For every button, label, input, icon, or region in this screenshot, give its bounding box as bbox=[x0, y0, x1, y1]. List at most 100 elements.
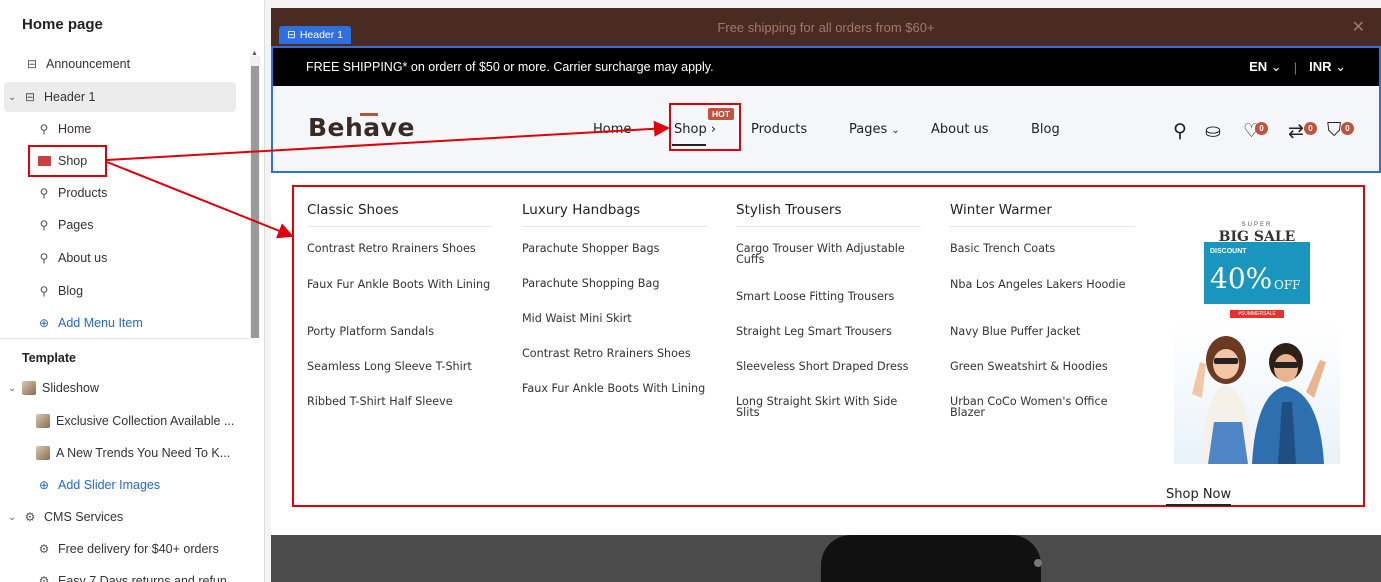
shop-now-link[interactable]: Shop Now bbox=[1166, 487, 1232, 506]
nav-about[interactable]: About us bbox=[931, 122, 989, 137]
store-preview: Free shipping for all orders from $60+ ✕… bbox=[271, 8, 1381, 582]
mega-menu: Classic Shoes Contrast Retro Rrainers Sh… bbox=[292, 185, 1365, 507]
mega-link[interactable]: Contrast Retro Rrainers Shoes bbox=[522, 348, 707, 359]
slide-thumbnail bbox=[36, 414, 50, 428]
promo-photo bbox=[1174, 322, 1340, 464]
promo-super-text: SUPER bbox=[1241, 222, 1273, 228]
search-icon[interactable]: ⚲ bbox=[1173, 120, 1187, 143]
service-item-label: Easy 7 Days returns and refun... bbox=[58, 574, 238, 582]
sidebar-item-label: Home bbox=[58, 122, 92, 136]
wishlist-count-badge: 0 bbox=[1255, 122, 1268, 135]
logo-accent bbox=[360, 113, 378, 116]
cart-icon[interactable]: ⛉ bbox=[1327, 120, 1341, 142]
nav-products[interactable]: Products bbox=[751, 122, 807, 137]
promo-banner[interactable]: SUPER BIG SALE DISCOUNT 40% OFF #SUMMERS… bbox=[1164, 210, 1350, 464]
link-icon: ⚲ bbox=[39, 284, 49, 298]
mega-link[interactable]: Parachute Shopping Bag bbox=[522, 278, 707, 289]
mega-link[interactable]: Long Straight Skirt With Side Slits bbox=[736, 396, 921, 418]
sidebar-item-about[interactable]: ⚲ About us bbox=[0, 243, 250, 273]
announcement-bar: Free shipping for all orders from $60+ ✕ bbox=[271, 8, 1381, 46]
close-icon[interactable]: ✕ bbox=[1352, 17, 1365, 37]
add-menu-item-label: Add Menu Item bbox=[58, 316, 143, 330]
nav-home[interactable]: Home bbox=[593, 122, 631, 137]
mega-link[interactable]: Faux Fur Ankle Boots With Lining bbox=[522, 383, 707, 394]
layout-icon: ⊟ bbox=[287, 29, 296, 41]
mega-column-heading[interactable]: Stylish Trousers bbox=[736, 202, 921, 227]
slideshow-thumbnail bbox=[22, 381, 36, 395]
promo-discount-box: DISCOUNT 40% OFF bbox=[1204, 242, 1310, 304]
account-icon[interactable]: ⛀ bbox=[1205, 120, 1221, 143]
scrollbar-thumb[interactable] bbox=[251, 66, 259, 338]
chevron-down-icon[interactable]: ⌄ bbox=[8, 92, 18, 103]
layout-icon: ⊟ bbox=[24, 90, 36, 104]
promo-off: OFF bbox=[1274, 278, 1301, 292]
mega-link[interactable]: Parachute Shopper Bags bbox=[522, 243, 707, 254]
sidebar-item-label: Header 1 bbox=[44, 90, 96, 104]
sidebar: Home page ⊟ Announcement ⌄ ⊟ Header 1 ⚲ … bbox=[0, 0, 265, 582]
editor-window: Home page ⊟ Announcement ⌄ ⊟ Header 1 ⚲ … bbox=[0, 0, 1381, 582]
mega-link[interactable]: Seamless Long Sleeve T-Shirt bbox=[307, 361, 492, 372]
layout-icon: ⊟ bbox=[26, 57, 38, 71]
sidebar-item-label: Pages bbox=[58, 218, 94, 232]
sidebar-item-pages[interactable]: ⚲ Pages bbox=[0, 210, 250, 240]
template-item-label: Slideshow bbox=[42, 381, 99, 395]
sidebar-item-label: About us bbox=[58, 251, 108, 265]
hero-image bbox=[821, 535, 1041, 582]
gear-icon: ⚙ bbox=[38, 574, 50, 582]
mega-link[interactable]: Contrast Retro Rrainers Shoes bbox=[307, 243, 492, 254]
logo[interactable]: Behave bbox=[308, 113, 415, 142]
mega-link[interactable]: Nba Los Angeles Lakers Hoodie bbox=[950, 279, 1135, 290]
page-title: Home page bbox=[22, 16, 103, 33]
link-icon: ⚲ bbox=[39, 186, 49, 200]
mega-link[interactable]: Navy Blue Puffer Jacket bbox=[950, 326, 1135, 337]
mega-link[interactable]: Straight Leg Smart Trousers bbox=[736, 326, 921, 337]
chevron-down-icon[interactable]: ⌄ bbox=[8, 383, 18, 394]
mega-link[interactable]: Urban CoCo Women's Office Blazer bbox=[950, 396, 1135, 418]
template-heading: Template bbox=[22, 351, 76, 365]
link-icon: ⚲ bbox=[39, 251, 49, 265]
divider bbox=[0, 338, 250, 339]
mega-link[interactable]: Basic Trench Coats bbox=[950, 243, 1135, 254]
nav-blog[interactable]: Blog bbox=[1031, 122, 1060, 137]
mega-link[interactable]: Mid Waist Mini Skirt bbox=[522, 313, 707, 324]
sidebar-item-announcement[interactable]: ⊟ Announcement bbox=[0, 49, 250, 79]
sidebar-item-header[interactable]: ⌄ ⊟ Header 1 bbox=[4, 82, 236, 112]
service-item[interactable]: ⚙ Easy 7 Days returns and refun... bbox=[0, 566, 250, 582]
sidebar-item-label: Blog bbox=[58, 284, 84, 298]
nav-pages[interactable]: Pages ⌄ bbox=[849, 122, 900, 137]
promo-hashtag: #SUMMERSALE bbox=[1230, 310, 1284, 318]
sidebar-item-label: Products bbox=[58, 186, 108, 200]
mega-link[interactable]: Cargo Trouser With Adjustable Cuffs bbox=[736, 243, 921, 265]
chevron-down-icon[interactable]: ⌄ bbox=[8, 512, 18, 523]
mega-link[interactable]: Sleeveless Short Draped Dress bbox=[736, 361, 921, 372]
mega-link[interactable]: Porty Platform Sandals bbox=[307, 326, 492, 337]
sidebar-item-home[interactable]: ⚲ Home bbox=[0, 114, 250, 144]
sidebar-item-blog[interactable]: ⚲ Blog bbox=[0, 276, 250, 306]
mega-link[interactable]: Ribbed T-Shirt Half Sleeve bbox=[307, 396, 492, 407]
service-item-label: Free delivery for $40+ orders bbox=[58, 542, 219, 556]
gear-icon: ⚙ bbox=[24, 510, 36, 524]
slide-thumbnail bbox=[36, 446, 50, 460]
mega-column-heading[interactable]: Classic Shoes bbox=[307, 202, 492, 227]
add-slider-images-button[interactable]: ⊕ Add Slider Images bbox=[0, 470, 250, 500]
mega-link[interactable]: Green Sweatshirt & Hoodies bbox=[950, 361, 1135, 372]
service-item[interactable]: ⚙ Free delivery for $40+ orders bbox=[0, 534, 250, 564]
mega-link[interactable]: Faux Fur Ankle Boots With Lining bbox=[307, 279, 492, 290]
mega-column-heading[interactable]: Luxury Handbags bbox=[522, 202, 707, 227]
compare-count-badge: 0 bbox=[1304, 122, 1317, 135]
template-item-slideshow[interactable]: ⌄ Slideshow bbox=[0, 373, 250, 403]
mega-link[interactable]: Smart Loose Fitting Trousers bbox=[736, 291, 921, 302]
add-slider-label: Add Slider Images bbox=[58, 478, 161, 492]
slide-item-label: A New Trends You Need To K... bbox=[56, 446, 231, 460]
compare-icon[interactable]: ⇄ bbox=[1288, 120, 1304, 143]
mega-column-heading[interactable]: Winter Warmer bbox=[950, 202, 1135, 227]
slide-indicator-dot[interactable] bbox=[1034, 559, 1042, 567]
template-item-cms-services[interactable]: ⌄ ⚙ CMS Services bbox=[0, 502, 250, 532]
header-section-tag[interactable]: ⊟ Header 1 bbox=[279, 26, 352, 44]
sidebar-item-products[interactable]: ⚲ Products bbox=[0, 178, 250, 208]
add-menu-item-button[interactable]: ⊕ Add Menu Item bbox=[0, 308, 250, 338]
link-icon: ⚲ bbox=[39, 122, 49, 136]
slide-item[interactable]: Exclusive Collection Available ... bbox=[0, 406, 250, 436]
gear-icon: ⚙ bbox=[38, 542, 50, 556]
slide-item[interactable]: A New Trends You Need To K... bbox=[0, 438, 250, 468]
